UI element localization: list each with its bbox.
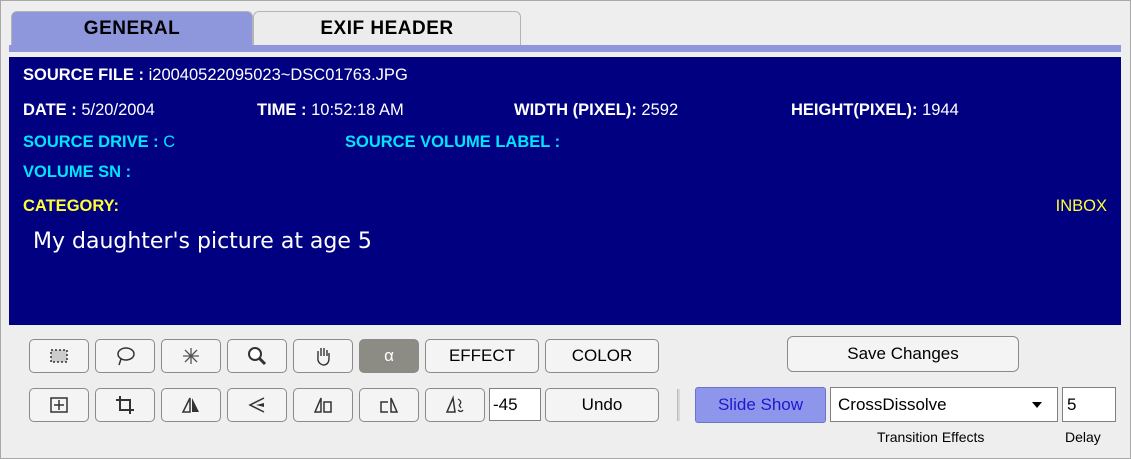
transition-effects-caption: Transition Effects xyxy=(877,429,985,445)
image-description[interactable]: My daughter's picture at age 5 xyxy=(33,229,372,254)
width-label: WIDTH (PIXEL): xyxy=(514,101,637,119)
height-row: HEIGHT(PIXEL): 1944 xyxy=(791,101,959,120)
fit-button[interactable] xyxy=(29,388,89,422)
crop-icon xyxy=(116,396,134,414)
info-panel: SOURCE FILE : i20040522095023~DSC01763.J… xyxy=(9,57,1121,325)
flip-horizontal-button[interactable] xyxy=(161,388,221,422)
source-file-row: SOURCE FILE : i20040522095023~DSC01763.J… xyxy=(23,66,408,85)
date-label: DATE : xyxy=(23,101,77,119)
crop-button[interactable] xyxy=(95,388,155,422)
height-label: HEIGHT(PIXEL): xyxy=(791,101,918,119)
transition-effect-value: CrossDissolve xyxy=(838,394,947,414)
time-row: TIME : 10:52:18 AM xyxy=(257,101,404,120)
alpha-button[interactable]: α xyxy=(359,339,419,373)
slide-show-button[interactable]: Slide Show xyxy=(695,387,826,423)
date-row: DATE : 5/20/2004 xyxy=(23,101,155,120)
properties-window: GENERAL EXIF HEADER SOURCE FILE : i20040… xyxy=(0,0,1131,459)
fit-icon xyxy=(50,397,68,413)
source-drive-row: SOURCE DRIVE : C xyxy=(23,133,175,152)
width-value: 2592 xyxy=(641,101,679,119)
time-label: TIME : xyxy=(257,101,307,119)
rotate-left-button[interactable] xyxy=(293,388,353,422)
delay-caption: Delay xyxy=(1065,429,1101,445)
undo-button[interactable]: Undo xyxy=(545,388,659,422)
source-volume-label-row: SOURCE VOLUME LABEL : xyxy=(345,133,560,152)
lasso-button[interactable] xyxy=(95,339,155,373)
lasso-icon xyxy=(117,347,135,366)
transition-effect-select[interactable]: CrossDissolve xyxy=(830,387,1058,422)
source-volume-label-label: SOURCE VOLUME LABEL : xyxy=(345,133,561,151)
hand-button[interactable] xyxy=(293,339,353,373)
tab-general[interactable]: GENERAL xyxy=(11,11,253,45)
flip-horizontal-icon xyxy=(181,397,199,413)
volume-sn-label: VOLUME SN : xyxy=(23,163,132,181)
rotate-right-icon xyxy=(380,397,399,413)
rotation-angle-input[interactable] xyxy=(489,388,541,421)
chevron-down-icon xyxy=(1032,402,1042,408)
tab-underline xyxy=(9,45,1121,52)
flip-vertical-icon xyxy=(248,397,265,413)
flip-vertical-button[interactable] xyxy=(227,388,287,422)
alpha-icon: α xyxy=(384,346,394,365)
rotate-angle-icon xyxy=(445,395,464,413)
category-value[interactable]: INBOX xyxy=(1056,197,1107,216)
volume-sn-row: VOLUME SN : xyxy=(23,163,131,182)
magic-wand-icon xyxy=(183,348,199,364)
width-row: WIDTH (PIXEL): 2592 xyxy=(514,101,678,120)
delay-input[interactable] xyxy=(1062,387,1116,422)
source-drive-label: SOURCE DRIVE : xyxy=(23,133,159,151)
magic-wand-button[interactable] xyxy=(161,339,221,373)
hand-icon xyxy=(317,348,330,366)
source-file-value: i20040522095023~DSC01763.JPG xyxy=(148,66,408,84)
zoom-button[interactable] xyxy=(227,339,287,373)
time-value: 10:52:18 AM xyxy=(311,101,404,119)
tab-bar: GENERAL EXIF HEADER xyxy=(9,9,1121,45)
category-label: CATEGORY: xyxy=(23,197,119,215)
effect-button[interactable]: EFFECT xyxy=(425,339,539,373)
rotate-right-button[interactable] xyxy=(359,388,419,422)
height-value: 1944 xyxy=(922,101,959,119)
category-row: CATEGORY: xyxy=(23,197,119,216)
save-changes-button[interactable]: Save Changes xyxy=(787,336,1019,372)
color-button[interactable]: COLOR xyxy=(545,339,659,373)
rotate-angle-button[interactable] xyxy=(425,388,485,422)
rotate-left-icon xyxy=(313,397,332,413)
source-drive-value: C xyxy=(163,133,176,151)
select-rect-icon xyxy=(50,349,68,363)
select-rect-button[interactable] xyxy=(29,339,89,373)
date-value: 5/20/2004 xyxy=(81,101,155,119)
source-file-label: SOURCE FILE : xyxy=(23,66,145,84)
zoom-icon xyxy=(248,347,267,366)
toolbar-separator xyxy=(677,389,680,421)
tab-exif-header[interactable]: EXIF HEADER xyxy=(253,11,521,45)
